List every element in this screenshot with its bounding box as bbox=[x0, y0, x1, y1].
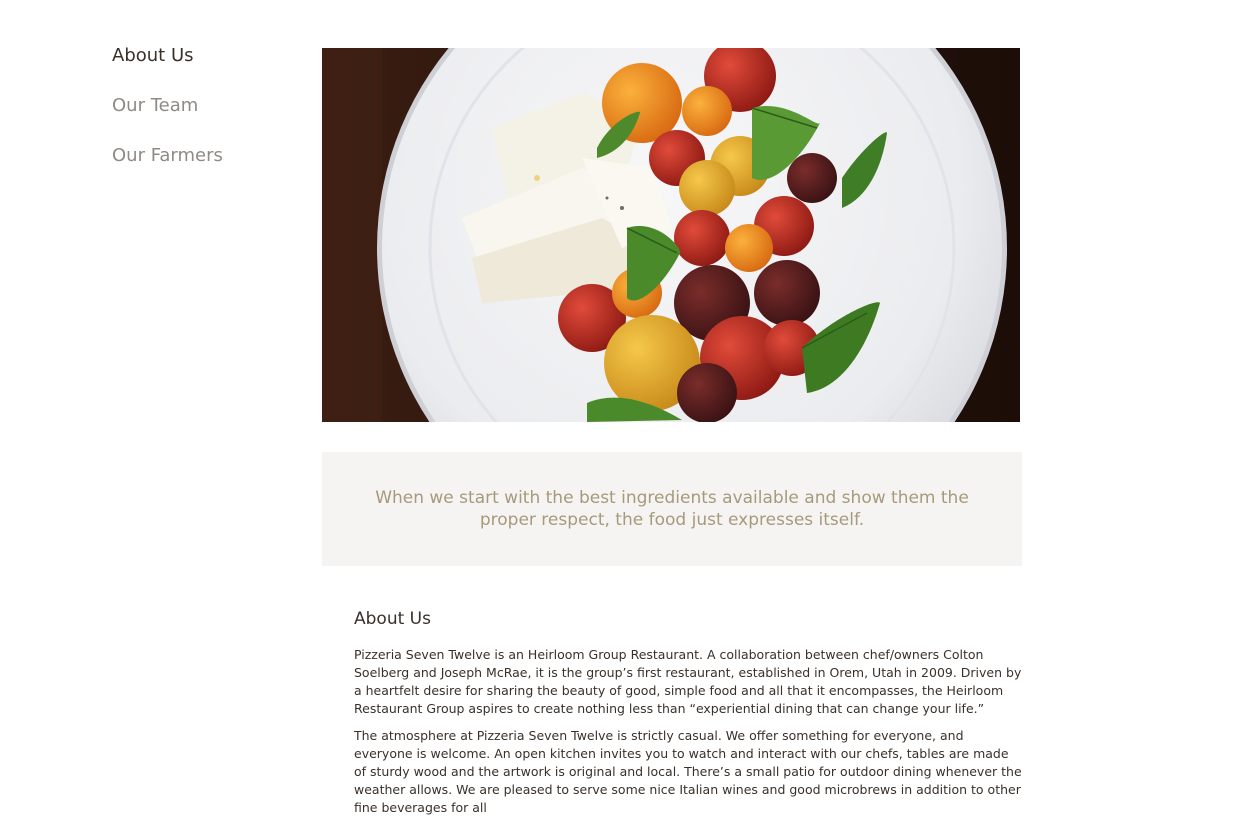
paragraph-atmosphere: The atmosphere at Pizzeria Seven Twelve … bbox=[354, 728, 1022, 815]
sidebar-item-our-team[interactable]: Our Team bbox=[112, 94, 302, 144]
sidebar-item-about-us[interactable]: About Us bbox=[112, 44, 302, 94]
quote-text: When we start with the best ingredients … bbox=[375, 488, 969, 530]
caprese-salad-illustration bbox=[322, 48, 1020, 422]
sidebar-nav: About Us Our Team Our Farmers bbox=[112, 44, 302, 194]
sidebar-item-our-farmers[interactable]: Our Farmers bbox=[112, 144, 302, 194]
paragraph-intro: Pizzeria Seven Twelve is an Heirloom Gro… bbox=[354, 647, 1022, 716]
section-heading: About Us bbox=[354, 609, 431, 629]
quote-block: When we start with the best ingredients … bbox=[322, 452, 1022, 566]
hero-image bbox=[322, 48, 1020, 422]
about-section: About Us Pizzeria Seven Twelve is an Hei… bbox=[354, 606, 1022, 826]
